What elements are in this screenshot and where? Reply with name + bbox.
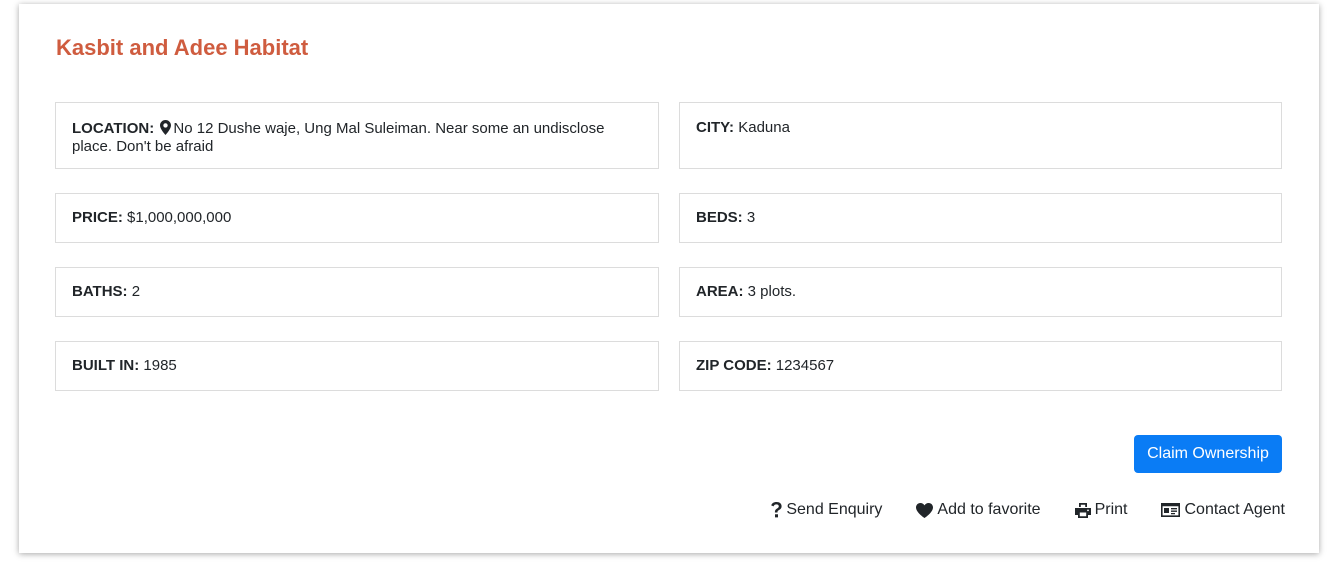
question-icon <box>771 502 782 518</box>
built-in-field: BUILT IN: 1985 <box>55 341 659 391</box>
page-title: Kasbit and Adee Habitat <box>56 35 309 60</box>
send-enquiry-link[interactable]: Send Enquiry <box>771 501 882 519</box>
location-label: LOCATION: <box>72 120 155 137</box>
send-enquiry-label: Send Enquiry <box>786 501 883 518</box>
heart-icon <box>916 502 934 518</box>
id-card-icon <box>1161 503 1181 517</box>
map-marker-icon <box>160 120 172 139</box>
print-link[interactable]: Print <box>1074 501 1128 519</box>
price-label: PRICE: <box>72 209 123 226</box>
contact-agent-label: Contact Agent <box>1184 501 1285 518</box>
beds-label: BEDS: <box>696 209 743 226</box>
zip-code-field: ZIP CODE: 1234567 <box>679 341 1282 391</box>
property-card: Kasbit and Adee Habitat LOCATION: No 12 … <box>19 4 1319 553</box>
zip-code-value: 1234567 <box>775 357 835 374</box>
print-icon <box>1074 502 1091 518</box>
area-value: 3 plots. <box>747 283 797 300</box>
claim-ownership-button[interactable]: Claim Ownership <box>1134 435 1282 473</box>
city-value: Kaduna <box>738 119 790 136</box>
city-field: CITY: Kaduna <box>679 102 1282 169</box>
baths-value: 2 <box>131 283 141 300</box>
beds-value: 3 <box>746 209 756 226</box>
baths-field: BATHS: 2 <box>55 267 659 317</box>
built-in-value: 1985 <box>143 357 177 374</box>
print-label: Print <box>1094 501 1128 518</box>
price-field: PRICE: $1,000,000,000 <box>55 193 659 243</box>
price-value: $1,000,000,000 <box>127 209 232 226</box>
action-bar: Send Enquiry Add to favorite Print Conta… <box>771 501 1285 519</box>
contact-agent-link[interactable]: Contact Agent <box>1161 501 1285 519</box>
built-in-label: BUILT IN: <box>72 357 140 374</box>
beds-field: BEDS: 3 <box>679 193 1282 243</box>
zip-code-label: ZIP CODE: <box>696 357 772 374</box>
add-to-favorite-label: Add to favorite <box>937 501 1041 518</box>
area-label: AREA: <box>696 283 744 300</box>
add-to-favorite-link[interactable]: Add to favorite <box>916 501 1041 519</box>
area-field: AREA: 3 plots. <box>679 267 1282 317</box>
baths-label: BATHS: <box>72 283 128 300</box>
city-label: CITY: <box>696 119 735 136</box>
location-field: LOCATION: No 12 Dushe waje, Ung Mal Sule… <box>55 102 659 169</box>
